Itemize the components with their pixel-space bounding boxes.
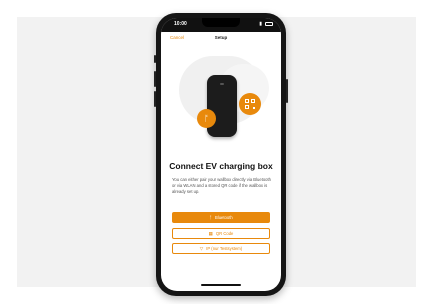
qr-code-badge-icon (239, 93, 261, 115)
nav-bar: Cancel Setup (161, 32, 281, 44)
signal-icon: ▮ (259, 21, 262, 27)
ip-button-label: IP (nur Testsystem) (206, 246, 243, 251)
battery-icon (265, 22, 273, 26)
bluetooth-button-label: Bluetooth (215, 215, 233, 220)
volume-up-button (154, 71, 156, 87)
description: You can either pair your wallbox directl… (172, 177, 272, 195)
power-button (286, 79, 288, 103)
bluetooth-icon: ᚩ (209, 215, 212, 220)
page-title: Setup (214, 35, 228, 40)
status-bar: 10:00 ▮ (161, 18, 281, 32)
device-led (220, 83, 224, 85)
bluetooth-button[interactable]: ᚩ Bluetooth (172, 212, 270, 223)
app-screen: 10:00 ▮ Cancel Setup ᚩ Connect EV chargi… (161, 18, 281, 291)
charging-box-image (207, 75, 237, 137)
mute-switch (154, 55, 156, 63)
heading: Connect EV charging box (169, 161, 273, 171)
phone-frame: 10:00 ▮ Cancel Setup ᚩ Connect EV chargi… (154, 13, 288, 296)
ip-button[interactable]: ▽ IP (nur Testsystem) (172, 243, 270, 254)
notch (202, 18, 240, 27)
home-indicator[interactable] (201, 284, 241, 286)
qr-code-icon: ▦ (208, 230, 213, 236)
filter-icon: ▽ (199, 245, 204, 251)
qr-code-button[interactable]: ▦ QR Code (172, 228, 270, 239)
status-time: 10:00 (174, 21, 187, 27)
volume-down-button (154, 91, 156, 107)
qr-code-button-label: QR Code (215, 231, 234, 236)
bluetooth-badge-icon: ᚩ (197, 109, 216, 128)
